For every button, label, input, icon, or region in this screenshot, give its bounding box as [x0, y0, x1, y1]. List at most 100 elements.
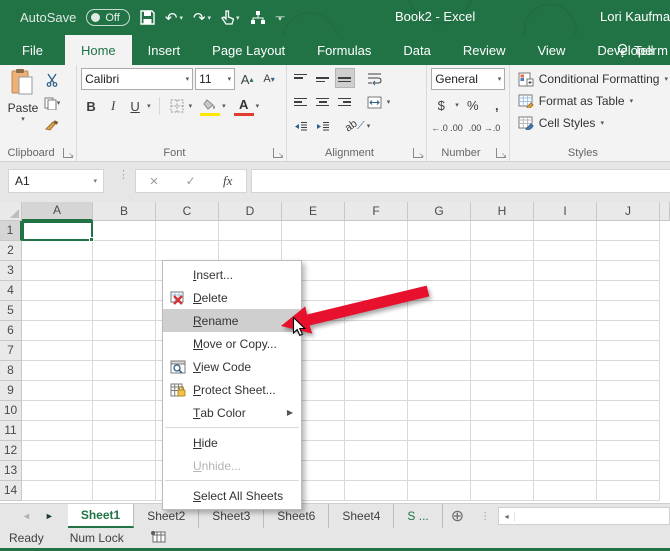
bold-button[interactable]: B: [81, 96, 101, 116]
scroll-left-icon[interactable]: ◂: [499, 512, 515, 521]
cell-J6[interactable]: [597, 321, 660, 341]
macro-record-button[interactable]: [150, 530, 166, 546]
tab-scroll-right-icon[interactable]: ►: [45, 511, 54, 521]
cell-J12[interactable]: [597, 441, 660, 461]
cell-H9[interactable]: [471, 381, 534, 401]
worksheet-grid[interactable]: ABCDEFGHIJ1234567891011121314: [0, 202, 670, 503]
column-header-i[interactable]: I: [534, 202, 597, 221]
tab-tell-me[interactable]: Tell m: [616, 35, 668, 65]
column-header-j[interactable]: J: [597, 202, 660, 221]
column-header-d[interactable]: D: [219, 202, 282, 221]
cell-B2[interactable]: [93, 241, 156, 261]
flowchart-button[interactable]: [250, 10, 266, 25]
cell-J2[interactable]: [597, 241, 660, 261]
row-header-7[interactable]: 7: [0, 341, 22, 361]
cell-H5[interactable]: [471, 301, 534, 321]
fill-color-button[interactable]: [200, 96, 220, 116]
bottom-align-button[interactable]: [335, 68, 355, 88]
cell-F1[interactable]: [345, 221, 408, 241]
menu-item-tab-color[interactable]: Tab Color▶: [163, 401, 301, 424]
touch-mode-dropdown-icon[interactable]: ▾: [236, 14, 240, 22]
cell-B9[interactable]: [93, 381, 156, 401]
column-header-g[interactable]: G: [408, 202, 471, 221]
cell-H6[interactable]: [471, 321, 534, 341]
cell-E2[interactable]: [282, 241, 345, 261]
increase-font-button[interactable]: A▴: [237, 69, 257, 89]
underline-button[interactable]: U: [125, 96, 145, 116]
cell-I10[interactable]: [534, 401, 597, 421]
borders-dropdown-icon[interactable]: ▾: [189, 102, 193, 110]
horizontal-scrollbar[interactable]: ◂: [498, 507, 670, 525]
cell-B12[interactable]: [93, 441, 156, 461]
cell-A7[interactable]: [22, 341, 93, 361]
italic-button[interactable]: I: [103, 96, 123, 116]
column-header-h[interactable]: H: [471, 202, 534, 221]
row-header-3[interactable]: 3: [0, 261, 22, 281]
row-header-11[interactable]: 11: [0, 421, 22, 441]
sheet-tab-sheet4[interactable]: Sheet4: [329, 504, 394, 528]
insert-function-button[interactable]: fx: [223, 173, 232, 189]
undo-button[interactable]: ↶▾: [165, 9, 183, 27]
cell-B6[interactable]: [93, 321, 156, 341]
tab-review[interactable]: Review: [447, 35, 522, 65]
cut-button[interactable]: [42, 70, 62, 90]
cell-A14[interactable]: [22, 481, 93, 501]
cell-B8[interactable]: [93, 361, 156, 381]
cell-H1[interactable]: [471, 221, 534, 241]
cell-H4[interactable]: [471, 281, 534, 301]
column-header-a[interactable]: A: [22, 202, 93, 221]
cell-I6[interactable]: [534, 321, 597, 341]
column-header-f[interactable]: F: [345, 202, 408, 221]
select-all-corner[interactable]: [0, 202, 22, 221]
wrap-text-button[interactable]: [365, 68, 385, 88]
align-right-button[interactable]: [335, 92, 355, 112]
tabbar-resize-handle[interactable]: ⋮: [472, 504, 498, 528]
paste-dropdown-icon[interactable]: ▾: [4, 115, 42, 123]
row-header-6[interactable]: 6: [0, 321, 22, 341]
cell-F12[interactable]: [345, 441, 408, 461]
menu-item-unhide[interactable]: Unhide...: [163, 454, 301, 477]
column-header-e[interactable]: E: [282, 202, 345, 221]
redo-dropdown-icon[interactable]: ▾: [208, 14, 212, 22]
cell-J14[interactable]: [597, 481, 660, 501]
cell-F13[interactable]: [345, 461, 408, 481]
font-color-dropdown-icon[interactable]: ▾: [256, 102, 260, 110]
cell-G5[interactable]: [408, 301, 471, 321]
cell-G12[interactable]: [408, 441, 471, 461]
customize-qat-button[interactable]: —▾: [276, 14, 285, 22]
cell-I12[interactable]: [534, 441, 597, 461]
new-sheet-button[interactable]: ⊕: [443, 504, 472, 528]
row-header-14[interactable]: 14: [0, 481, 22, 501]
cell-F5[interactable]: [345, 301, 408, 321]
cell-H13[interactable]: [471, 461, 534, 481]
row-header-12[interactable]: 12: [0, 441, 22, 461]
cell-E1[interactable]: [282, 221, 345, 241]
accounting-format-button[interactable]: $: [431, 95, 451, 115]
number-format-combo[interactable]: General▾: [431, 68, 505, 90]
tab-view[interactable]: View: [521, 35, 581, 65]
name-box-resize-handle[interactable]: ⋮: [118, 173, 129, 178]
cell-B3[interactable]: [93, 261, 156, 281]
tab-formulas[interactable]: Formulas: [301, 35, 387, 65]
menu-item-move-or-copy[interactable]: Move or Copy...: [163, 332, 301, 355]
cell-G2[interactable]: [408, 241, 471, 261]
row-header-5[interactable]: 5: [0, 301, 22, 321]
cell-F3[interactable]: [345, 261, 408, 281]
cell-A3[interactable]: [22, 261, 93, 281]
cell-A12[interactable]: [22, 441, 93, 461]
alignment-dialog-launcher[interactable]: [413, 148, 423, 158]
sheet-tab-sheet1[interactable]: Sheet1: [68, 504, 134, 528]
cell-F14[interactable]: [345, 481, 408, 501]
cell-G11[interactable]: [408, 421, 471, 441]
cell-A9[interactable]: [22, 381, 93, 401]
cell-I13[interactable]: [534, 461, 597, 481]
accounting-dropdown-icon[interactable]: ▾: [455, 101, 459, 109]
cell-B14[interactable]: [93, 481, 156, 501]
cell-G6[interactable]: [408, 321, 471, 341]
middle-align-button[interactable]: [313, 68, 333, 88]
cell-F9[interactable]: [345, 381, 408, 401]
tab-file[interactable]: File: [0, 35, 65, 65]
cell-J4[interactable]: [597, 281, 660, 301]
tab-data[interactable]: Data: [387, 35, 446, 65]
paste-button[interactable]: Paste ▾: [4, 68, 42, 123]
